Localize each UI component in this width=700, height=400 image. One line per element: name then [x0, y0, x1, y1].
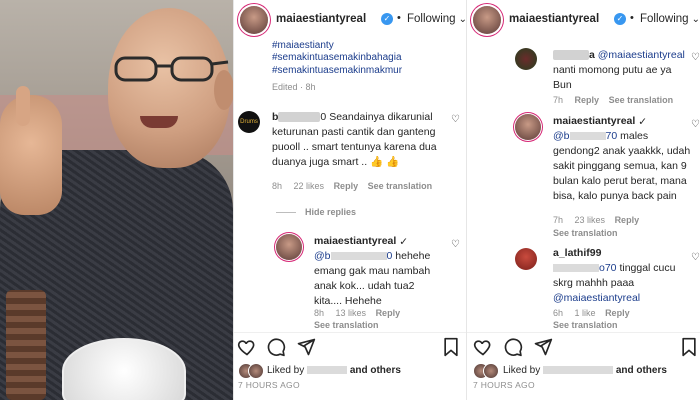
- commenter-avatar[interactable]: [515, 248, 537, 270]
- comment-meta: 6h 1 like Reply: [553, 308, 630, 318]
- bookmark-icon[interactable]: [679, 337, 699, 357]
- person-finger: [16, 86, 30, 126]
- liked-by-text[interactable]: Liked by and others: [503, 365, 667, 376]
- comment-username[interactable]: a_lathif99: [553, 247, 601, 259]
- post-photo: [0, 0, 233, 400]
- share-icon[interactable]: [296, 337, 316, 357]
- following-button[interactable]: Following: [407, 13, 466, 25]
- person-head: [108, 8, 230, 168]
- reply-avatar[interactable]: [515, 114, 541, 140]
- hashtag[interactable]: #maiaestianty: [272, 40, 334, 51]
- like-comment-icon[interactable]: ♡: [451, 239, 460, 250]
- post-action-bar: Liked by and others 7 HOURS AGO: [234, 332, 466, 400]
- hide-replies-button[interactable]: Hide replies: [305, 207, 356, 217]
- like-comment-icon[interactable]: ♡: [691, 119, 700, 130]
- reply-likes[interactable]: 23 likes: [575, 215, 606, 225]
- comment-username-tail[interactable]: a: [589, 49, 595, 61]
- see-translation-button[interactable]: See translation: [553, 320, 618, 330]
- reply-time: 8h: [314, 308, 325, 318]
- verified-icon: ✓: [381, 13, 393, 25]
- liker-avatar: [483, 363, 499, 379]
- see-translation-button[interactable]: See translation: [314, 320, 379, 330]
- liked-by-text[interactable]: Liked by and others: [267, 365, 401, 376]
- post-time: 7 HOURS AGO: [473, 380, 535, 390]
- reply-username[interactable]: maiaestiantyreal: [314, 235, 396, 247]
- reply-button[interactable]: Reply: [605, 308, 630, 318]
- reply-button[interactable]: Reply: [334, 181, 359, 191]
- like-comment-icon[interactable]: ♡: [691, 252, 700, 263]
- mention[interactable]: o70: [553, 262, 617, 274]
- comment-meta: 8h 22 likes Reply See translation: [272, 181, 432, 191]
- heart-icon[interactable]: [237, 337, 257, 357]
- see-translation-button[interactable]: See translation: [609, 95, 674, 105]
- see-translation-button[interactable]: See translation: [368, 181, 433, 191]
- reply-button[interactable]: Reply: [575, 95, 600, 105]
- divider: [276, 212, 296, 213]
- comment-text: a_lathif99 o70 tinggal cucu skrg mahhh p…: [553, 246, 693, 306]
- post-header: maiaestiantyreal ✓ • Following: [467, 0, 700, 40]
- verified-icon: ✓: [638, 116, 648, 128]
- comment-body: nanti momong putu ae ya Bun: [553, 64, 672, 91]
- verified-icon: ✓: [614, 13, 626, 25]
- reply-avatar[interactable]: [276, 234, 302, 260]
- comment-meta: 7h Reply See translation: [553, 95, 673, 105]
- like-comment-icon[interactable]: ♡: [691, 52, 700, 63]
- mention[interactable]: @b 0: [314, 250, 392, 262]
- separator: •: [630, 12, 634, 24]
- reply-text: maiaestiantyreal ✓ @b 0 hehehe emang gak …: [314, 234, 444, 309]
- reply-meta: 8h 13 likes Reply: [314, 308, 400, 318]
- reply-username[interactable]: maiaestiantyreal: [553, 115, 635, 127]
- reply-likes[interactable]: 13 likes: [336, 308, 367, 318]
- heart-icon[interactable]: [473, 337, 493, 357]
- redacted-username: [278, 112, 321, 123]
- commenter-avatar[interactable]: [515, 48, 537, 70]
- commenter-avatar[interactable]: Drums: [238, 111, 260, 133]
- comment-text-line1: Seandainya: [329, 111, 385, 123]
- verified-icon: ✓: [399, 236, 409, 248]
- mention[interactable]: @maiaestiantyreal: [553, 292, 640, 304]
- reply-button[interactable]: Reply: [376, 308, 401, 318]
- comment-icon[interactable]: [266, 337, 286, 357]
- reply-text: maiaestiantyreal ✓ @b 70 males gendong2 a…: [553, 114, 693, 204]
- comment-text: b0 Seandainya dikarunial keturunan pasti…: [272, 110, 454, 170]
- comment-text: a @maiaestiantyreal nanti momong putu ae…: [553, 48, 693, 93]
- comment-likes[interactable]: 1 like: [575, 308, 596, 318]
- post-time: 7 HOURS AGO: [238, 380, 300, 390]
- comment-time: 6h: [553, 308, 564, 318]
- liker-avatar: [248, 363, 264, 379]
- header-username[interactable]: maiaestiantyreal: [276, 13, 366, 25]
- mention[interactable]: @maiaestiantyreal: [598, 49, 685, 61]
- avatar[interactable]: [240, 6, 268, 34]
- separator: •: [397, 12, 401, 24]
- post-action-bar: Liked by and others 7 HOURS AGO: [467, 332, 700, 400]
- like-comment-icon[interactable]: ♡: [451, 114, 460, 125]
- comments-panel-left: maiaestiantyreal ✓ • Following #maiaesti…: [233, 0, 466, 400]
- share-icon[interactable]: [533, 337, 553, 357]
- cup: [62, 338, 186, 400]
- person-hand: [0, 95, 62, 215]
- bookmark-icon[interactable]: [441, 337, 461, 357]
- reply-button[interactable]: Reply: [615, 215, 640, 225]
- header-username[interactable]: maiaestiantyreal: [509, 13, 599, 25]
- post-header: maiaestiantyreal ✓ • Following: [234, 0, 466, 40]
- comment-time: 7h: [553, 95, 564, 105]
- see-translation-button[interactable]: See translation: [553, 228, 618, 238]
- glasses: [114, 56, 229, 82]
- edited-label: Edited · 8h: [272, 82, 316, 92]
- comment-likes[interactable]: 22 likes: [294, 181, 325, 191]
- person-mouth: [140, 116, 178, 128]
- bottle: [6, 290, 46, 400]
- mention[interactable]: @b 70: [553, 130, 617, 142]
- avatar[interactable]: [473, 6, 501, 34]
- reply-meta: 7h 23 likes Reply: [553, 215, 639, 225]
- comment-icon[interactable]: [503, 337, 523, 357]
- redacted-username: [553, 50, 589, 61]
- following-button[interactable]: Following: [640, 13, 700, 25]
- comment-time: 8h: [272, 181, 283, 191]
- hashtag[interactable]: #semakintuasemakinmakmur: [272, 65, 402, 76]
- reply-time: 7h: [553, 215, 564, 225]
- comment-username-tail: 0: [320, 111, 327, 123]
- hashtag[interactable]: #semakintuasemakinbahagia: [272, 52, 402, 63]
- comments-panel-right: maiaestiantyreal ✓ • Following a @maiaes…: [466, 0, 700, 400]
